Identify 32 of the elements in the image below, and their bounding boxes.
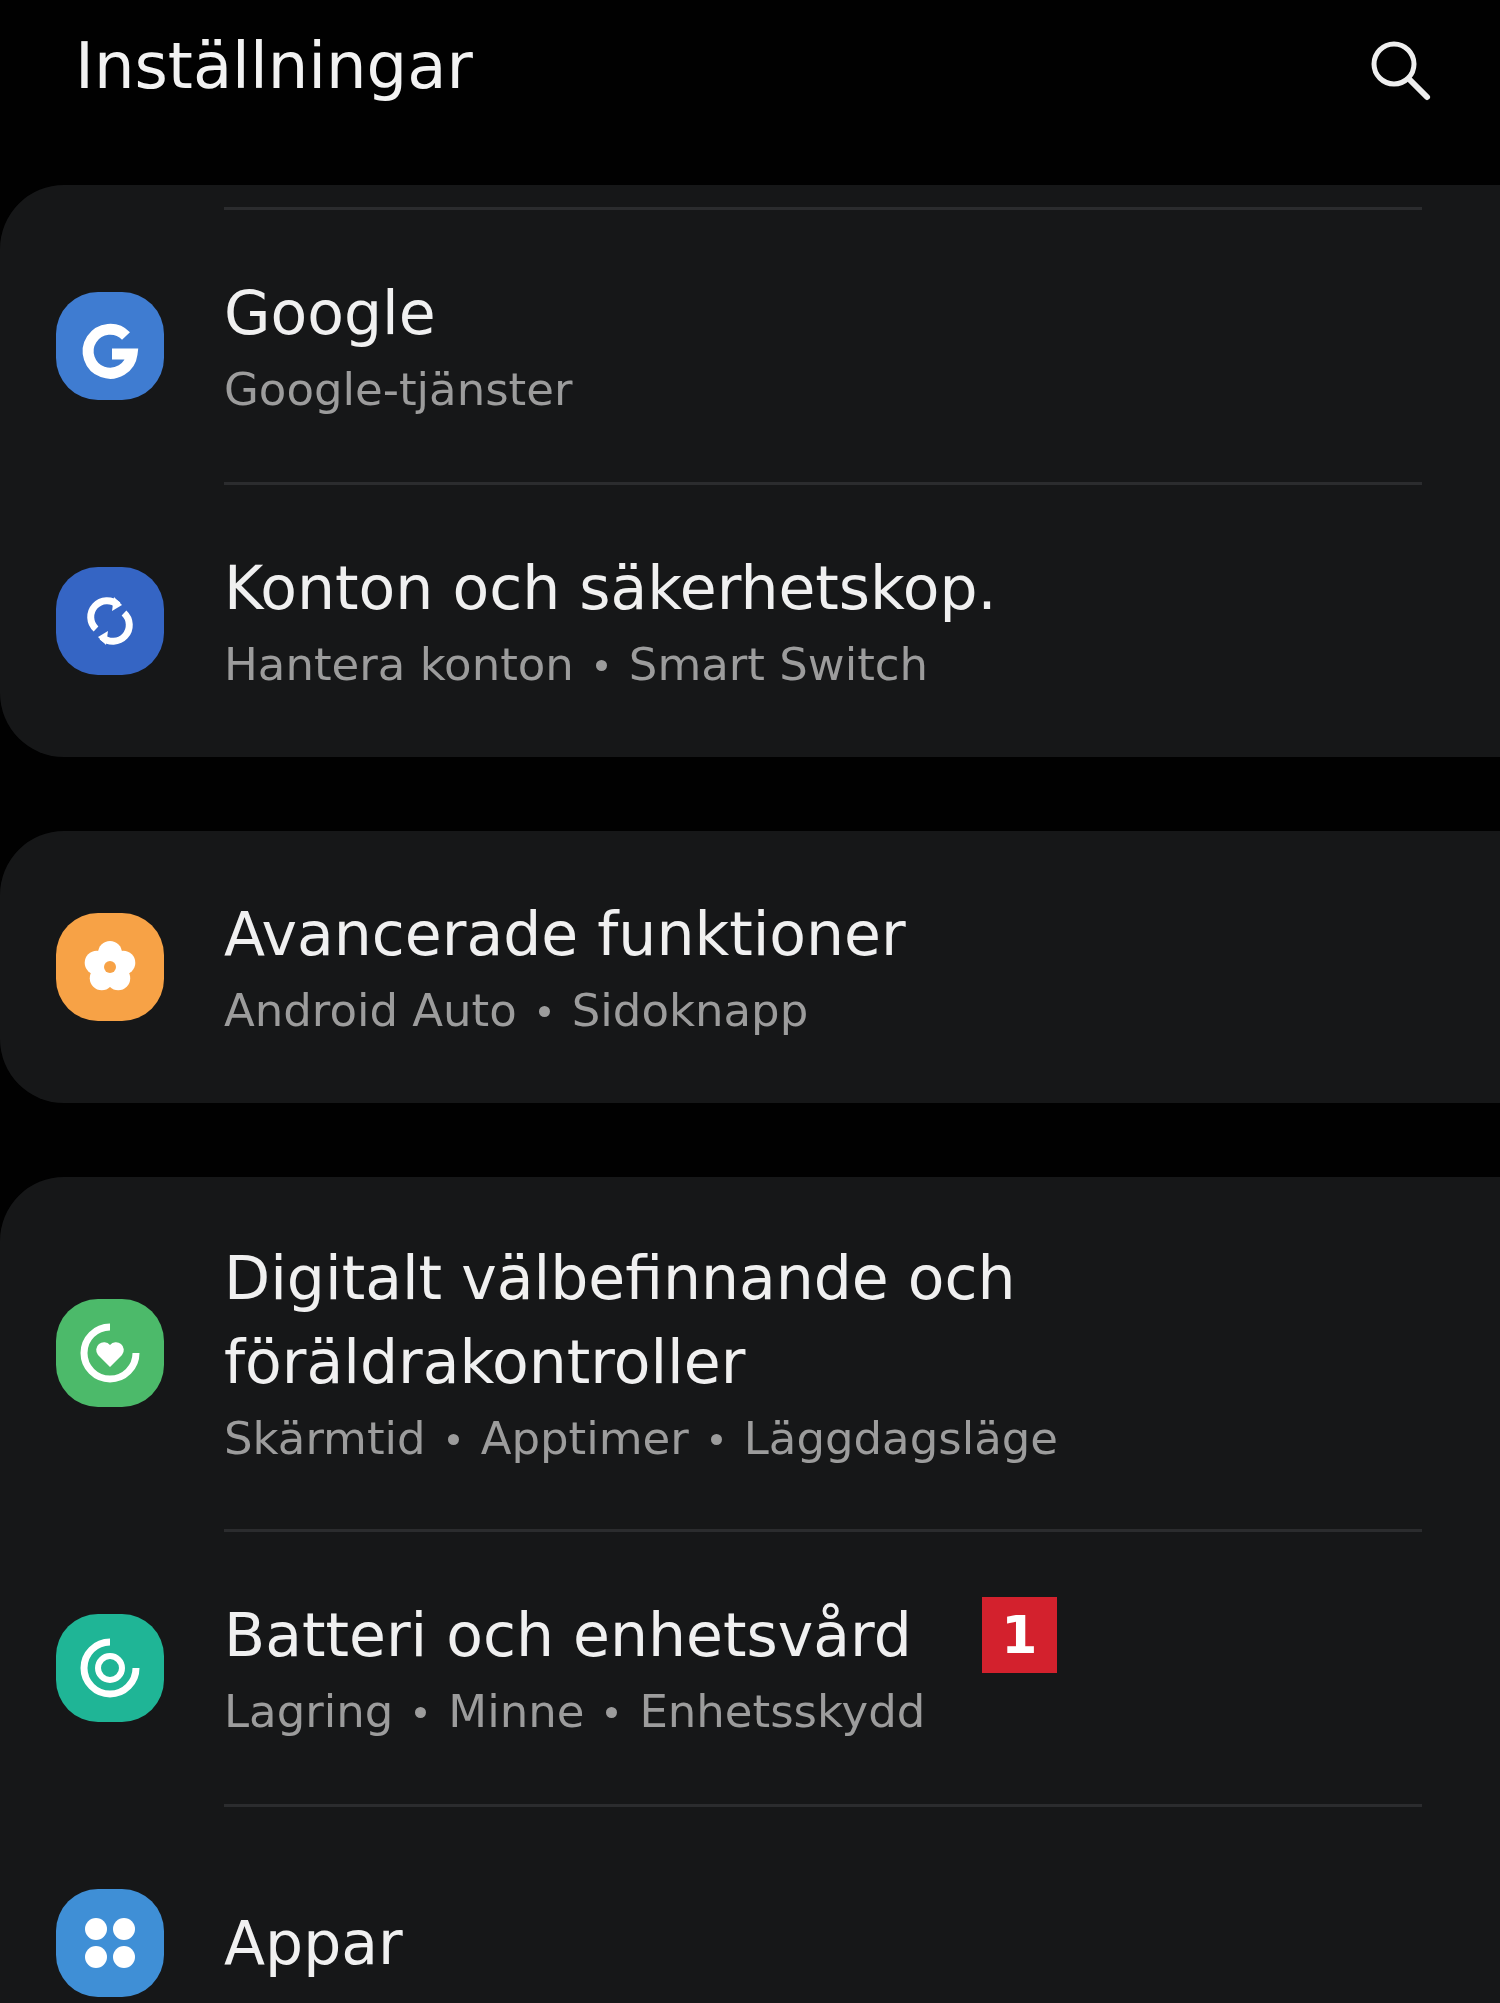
settings-item[interactable]: Avancerade funktioner Android Auto Sidoknapp [0, 831, 1500, 1103]
settings-item[interactable]: Google Google-tjänster [0, 210, 1500, 482]
separator-dot [538, 1005, 550, 1017]
page-title: Inställningar [75, 28, 473, 105]
separator-dot [710, 1433, 722, 1445]
item-title: Avancerade funktioner [224, 898, 906, 971]
settings-item[interactable]: Appar [0, 1807, 1500, 2003]
item-title: Batteri och enhetsvård [224, 1599, 912, 1672]
item-subtitle: Apptimer [480, 1411, 689, 1467]
item-title: Digitalt välbefinnande och föräldrakontroller [224, 1242, 1017, 1399]
separator-dot [415, 1706, 427, 1718]
item-subtitle: Minne [448, 1684, 585, 1740]
separator-dot [595, 659, 607, 671]
item-subtitle: Android Auto [224, 983, 517, 1039]
item-title: Appar [224, 1907, 403, 1980]
item-subtitle: Google-tjänster [224, 362, 573, 418]
item-subtitle: Hantera konton [224, 637, 574, 693]
item-subtitle: Enhetsskydd [639, 1684, 926, 1740]
item-subtitle: Läggdagsläge [743, 1411, 1059, 1467]
item-title: Konton och säkerhetskop. [224, 552, 997, 625]
settings-item[interactable]: Digitalt välbefinnande och föräldrakontroller Skärmtid Apptimer Läggdagsläge [0, 1177, 1500, 1529]
item-title: Google [224, 277, 436, 350]
g-letter-icon [82, 323, 137, 379]
settings-item[interactable]: Konton och säkerhetskop. Hantera konton Smart Switch [0, 485, 1500, 757]
item-subtitle: Smart Switch [628, 637, 929, 693]
notification-badge: 1 [981, 1597, 1057, 1673]
item-subtitle: Sidoknapp [571, 983, 809, 1039]
settings-item[interactable]: Batteri och enhetsvård 1 Lagring Minne Enhetsskydd [0, 1532, 1500, 1804]
separator-dot [606, 1706, 618, 1718]
item-subtitle: Lagring [224, 1684, 394, 1740]
item-subtitle: Skärmtid [224, 1411, 426, 1467]
separator-dot [447, 1433, 459, 1445]
